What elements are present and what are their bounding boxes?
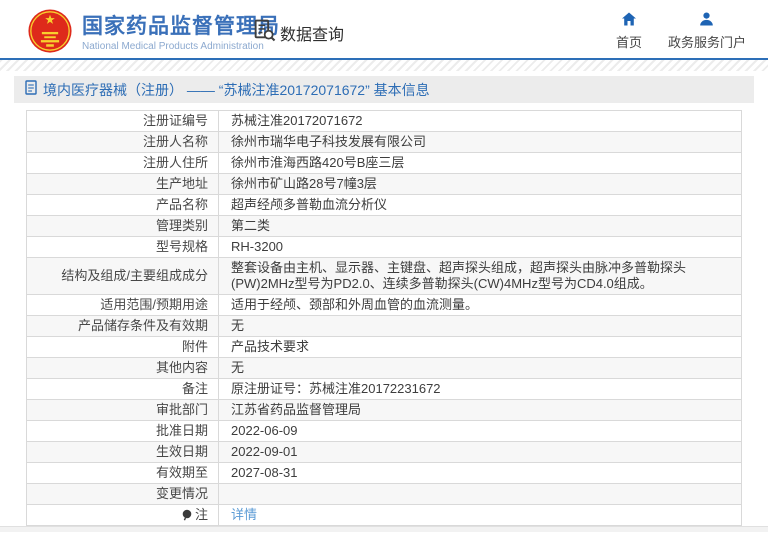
row-value: RH-3200 [231,239,284,254]
hatch-strip [0,60,768,71]
breadcrumb: 境内医疗器械（注册） —— “苏械注准20172071672” 基本信息 [14,76,754,103]
row-value: 2022-06-09 [231,423,298,438]
footer-strip [0,526,768,532]
row-value: 适用于经颅、颈部和外周血管的血流测量。 [231,297,479,312]
data-query-label: 数据查询 [280,27,345,44]
national-emblem-icon [27,8,73,59]
page-icon [25,79,37,100]
row-label: 注册人名称 [27,132,219,152]
row-value: 整套设备由主机、显示器、主键盘、超声探头组成，超声探头由脉冲多普勒探头(PW)2… [231,260,687,291]
header: 国家药品监督管理局 National Medical Products Admi… [0,0,768,58]
table-row: 备注 原注册证号：苏械注准20172231672 [27,379,741,400]
row-value: 徐州市淮海西路420号B座三层 [231,155,405,170]
row-label: 变更情况 [27,484,219,504]
row-label: 生产地址 [27,174,219,194]
row-label: 附件 [27,337,219,357]
home-icon [621,12,637,29]
nav-gov-portal-label: 政务服务门户 [667,35,746,50]
nav-home[interactable]: 首页 [616,12,642,51]
row-value: 详情 [219,505,741,525]
row-label: 适用范围/预期用途 [27,295,219,315]
nav-gov-portal[interactable]: 政务服务门户 [668,12,746,51]
brand-text: 国家药品监督管理局 National Medical Products Admi… [82,15,280,52]
top-navigation: 首页 政务服务门户 [616,12,746,51]
row-value: 第二类 [231,218,271,233]
user-icon [699,12,714,29]
row-value [219,484,741,504]
row-label: 生效日期 [27,442,219,462]
data-query-section[interactable]: 数据查询 [253,19,344,47]
row-value: 无 [231,318,245,333]
org-name-en: National Medical Products Administration [82,41,264,52]
table-row: 变更情况 [27,484,741,505]
row-label: 产品名称 [27,195,219,215]
row-label: 批准日期 [27,421,219,441]
row-value: 2022-09-01 [231,444,298,459]
table-row: 生效日期 2022-09-01 [27,442,741,463]
row-label: 注册人住所 [27,153,219,173]
row-value: 江苏省药品监督管理局 [231,402,362,417]
table-row: 有效期至 2027-08-31 [27,463,741,484]
row-label: 注 [27,505,219,525]
row-value: 徐州市瑞华电子科技发展有限公司 [231,134,427,149]
row-label: 产品储存条件及有效期 [27,316,219,336]
row-label: 结构及组成/主要组成成分 [27,258,219,294]
table-row: 产品储存条件及有效期无 [27,316,741,337]
table-row: 审批部门 江苏省药品监督管理局 [27,400,741,421]
row-label: 备注 [27,379,219,399]
row-value: 徐州市矿山路28号7幢3层 [231,176,377,191]
nmpa-brand: 国家药品监督管理局 National Medical Products Admi… [27,8,280,59]
table-row: 适用范围/预期用途 适用于经颅、颈部和外周血管的血流测量。 [27,295,741,316]
row-value: 产品技术要求 [231,339,310,354]
table-row: 管理类别 第二类 [27,216,741,237]
row-value: 超声经颅多普勒血流分析仪 [231,197,388,212]
row-label: 有效期至 [27,463,219,483]
row-label: 审批部门 [27,400,219,420]
table-row-structure: 结构及组成/主要组成成分 整套设备由主机、显示器、主键盘、超声探头组成，超声探头由… [27,258,741,295]
nav-home-label: 首页 [615,35,642,50]
row-label: 型号规格 [27,237,219,257]
table-row: 生产地址 徐州市矿山路28号7幢3层 [27,174,741,195]
row-label: 其他内容 [27,358,219,378]
table-row: 型号规格 RH-3200 [27,237,741,258]
row-value: 原注册证号：苏械注准20172231672 [231,381,441,396]
note-balloon-icon [182,509,192,521]
table-row: 注册人名称 徐州市瑞华电子科技发展有限公司 [27,132,741,153]
row-label: 注册证编号 [27,111,219,131]
details-link[interactable]: 详情 [231,507,257,523]
document-search-icon [253,19,276,47]
row-value: 无 [231,360,245,375]
table-row: 注册证编号 苏械注准20172071672 [27,111,741,132]
table-row: 其他内容无 [27,358,741,379]
org-name-cn: 国家药品监督管理局 [82,15,280,38]
table-row: 产品名称 超声经颅多普勒血流分析仪 [27,195,741,216]
table-row: 注册人住所 徐州市淮海西路420号B座三层 [27,153,741,174]
row-label-text: 注 [194,507,208,522]
page-title: 境内医疗器械（注册） —— “苏械注准20172071672” 基本信息 [43,81,430,98]
row-value: 苏械注准20172071672 [231,113,363,128]
table-row-note: 注 详情 [27,505,741,525]
registration-info-table: 注册证编号 苏械注准20172071672 注册人名称 徐州市瑞华电子科技发展有限公… [26,110,742,526]
row-value: 2027-08-31 [231,465,298,480]
table-row: 附件 产品技术要求 [27,337,741,358]
row-label: 管理类别 [27,216,219,236]
table-row: 批准日期 2022-06-09 [27,421,741,442]
